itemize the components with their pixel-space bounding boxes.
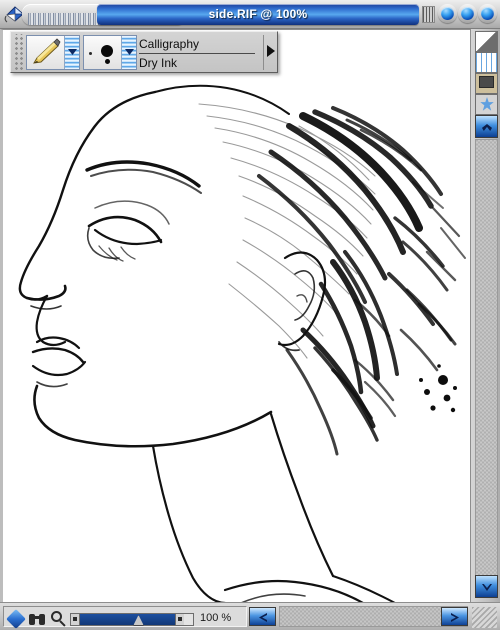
canvas-frame[interactable]: [0, 29, 470, 602]
title-bar-mini-grip[interactable]: [422, 6, 435, 23]
right-tool-strip: [470, 29, 500, 602]
title-bar[interactable]: side.RIF @ 100%: [0, 0, 500, 29]
zoom-slider-increase[interactable]: [175, 614, 184, 625]
scroll-up-arrow-icon[interactable]: [475, 115, 498, 138]
vertical-scrollbar-track[interactable]: [475, 139, 498, 592]
brush-labels: Calligraphy Dry Ink: [139, 34, 255, 72]
zoom-slider-fill: [80, 614, 175, 625]
status-bar: 100 %: [0, 602, 500, 630]
brush-category-label[interactable]: Calligraphy: [139, 35, 255, 54]
brush-variant-dropdown-arrow[interactable]: [121, 36, 136, 69]
window-button-2[interactable]: [458, 4, 477, 23]
window-button-2-glyph: [461, 7, 474, 20]
monitor-icon[interactable]: [475, 73, 498, 94]
window-controls: [438, 3, 498, 26]
brush-tip-tiny-dot: [89, 52, 92, 55]
canvas-paper[interactable]: [3, 30, 470, 602]
zoom-slider-decrease[interactable]: [71, 614, 80, 625]
brush-selector-panel[interactable]: Calligraphy Dry Ink: [10, 31, 278, 73]
zoom-level-label: 100 %: [200, 612, 232, 624]
star-icon[interactable]: [475, 94, 498, 115]
window-title: side.RIF @ 100%: [97, 4, 419, 25]
magnifier-icon[interactable]: [51, 611, 67, 627]
zoom-slider[interactable]: [70, 613, 194, 626]
split-square-icon[interactable]: [475, 31, 498, 52]
monitor-glyph: [476, 74, 497, 93]
zoom-control-panel: 100 %: [3, 606, 247, 629]
brush-tip-small-dot: [105, 59, 110, 64]
grid-icon[interactable]: [475, 52, 498, 73]
arrow-left-icon[interactable]: [249, 607, 276, 626]
brush-category-picker[interactable]: [26, 35, 80, 70]
painter-window: side.RIF @ 100% 100 % Calligraphy Dry In…: [0, 0, 500, 630]
grid-glyph: [476, 53, 497, 72]
window-button-3[interactable]: [478, 4, 497, 23]
calligraphy-pen-icon: [27, 36, 64, 69]
brush-category-dropdown-arrow[interactable]: [64, 36, 79, 69]
arrow-right-icon[interactable]: [441, 607, 468, 626]
brush-variant-picker[interactable]: [83, 35, 137, 70]
resize-grip[interactable]: [472, 607, 497, 628]
window-button-3-glyph: [481, 7, 494, 20]
binoculars-right-lens: [39, 614, 45, 625]
scroll-down-arrow-icon[interactable]: [475, 575, 498, 598]
split-square-glyph: [476, 32, 497, 51]
calligraphy-pen-glyph: [33, 38, 61, 64]
window-button-1[interactable]: [438, 4, 457, 23]
brush-tip-large-dot: [101, 45, 113, 57]
binoculars-icon[interactable]: [29, 611, 46, 626]
round-dot-brush-tip-icon: [84, 36, 121, 69]
panel-drag-handle[interactable]: [13, 34, 24, 70]
window-button-1-glyph: [441, 7, 454, 20]
binoculars-left-lens: [29, 614, 35, 625]
brush-variant-label[interactable]: Dry Ink: [139, 54, 255, 72]
artwork-portrait: [3, 30, 470, 602]
star-glyph: [476, 95, 497, 114]
triangle-right-icon[interactable]: [263, 35, 277, 70]
status-bar-filler: [279, 606, 468, 627]
diamond-icon[interactable]: [6, 609, 26, 629]
